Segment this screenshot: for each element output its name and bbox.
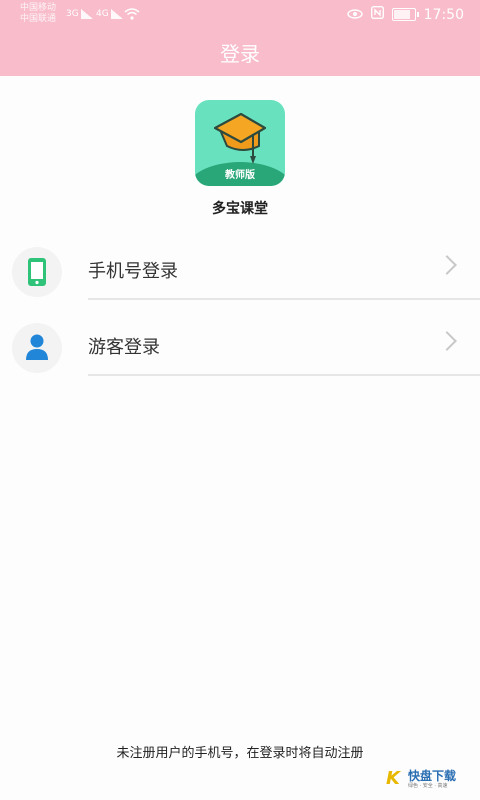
nfc-icon — [370, 5, 384, 23]
divider — [88, 298, 480, 300]
page-title: 登录 — [220, 42, 260, 66]
phone-login-label: 手机号登录 — [88, 261, 178, 282]
header: 登录 — [0, 32, 480, 76]
divider — [88, 374, 480, 376]
app-name: 多宝课堂 — [212, 201, 268, 217]
status-bar: 中国移动 中国联通 3G 4G 17:50 — [0, 0, 480, 32]
guest-login-option[interactable]: 游客登录 — [0, 318, 480, 378]
logo-badge: 教师版 — [225, 170, 255, 181]
graduation-cap-icon — [213, 112, 267, 164]
eye-icon — [346, 7, 363, 23]
phone-icon — [28, 258, 46, 286]
guest-login-icon-circle — [12, 323, 62, 373]
app-logo: 教师版 — [195, 100, 285, 186]
signal-1: 3G — [66, 9, 93, 19]
status-time: 17:50 — [423, 6, 464, 23]
guest-login-label: 游客登录 — [88, 337, 160, 358]
register-note: 未注册用户的手机号，在登录时将自动注册 — [116, 746, 364, 761]
watermark-logo: K 快盘下载 绿色 · 安全 · 高速 — [386, 766, 472, 792]
status-right: 17:50 — [346, 5, 464, 23]
chevron-right-icon — [437, 255, 457, 275]
carrier-1: 中国移动 — [20, 3, 57, 13]
phone-login-icon-circle — [12, 247, 62, 297]
watermark-sub: 绿色 · 安全 · 高速 — [408, 783, 448, 789]
battery-icon — [391, 8, 419, 21]
signal-bars-icon — [80, 9, 93, 19]
signal-2: 4G — [96, 9, 123, 19]
signal-1-type: 3G — [66, 9, 79, 19]
chevron-right-icon — [437, 331, 457, 351]
carrier-labels: 中国移动 中国联通 — [20, 3, 56, 25]
carrier-2: 中国联通 — [20, 14, 57, 24]
wifi-icon — [124, 8, 140, 24]
battery-fill — [393, 10, 410, 19]
watermark-mark: K — [386, 768, 400, 789]
user-icon — [26, 334, 48, 360]
signal-2-type: 4G — [96, 9, 109, 19]
phone-login-option[interactable]: 手机号登录 — [0, 242, 480, 302]
signal-bars-icon — [110, 9, 123, 19]
